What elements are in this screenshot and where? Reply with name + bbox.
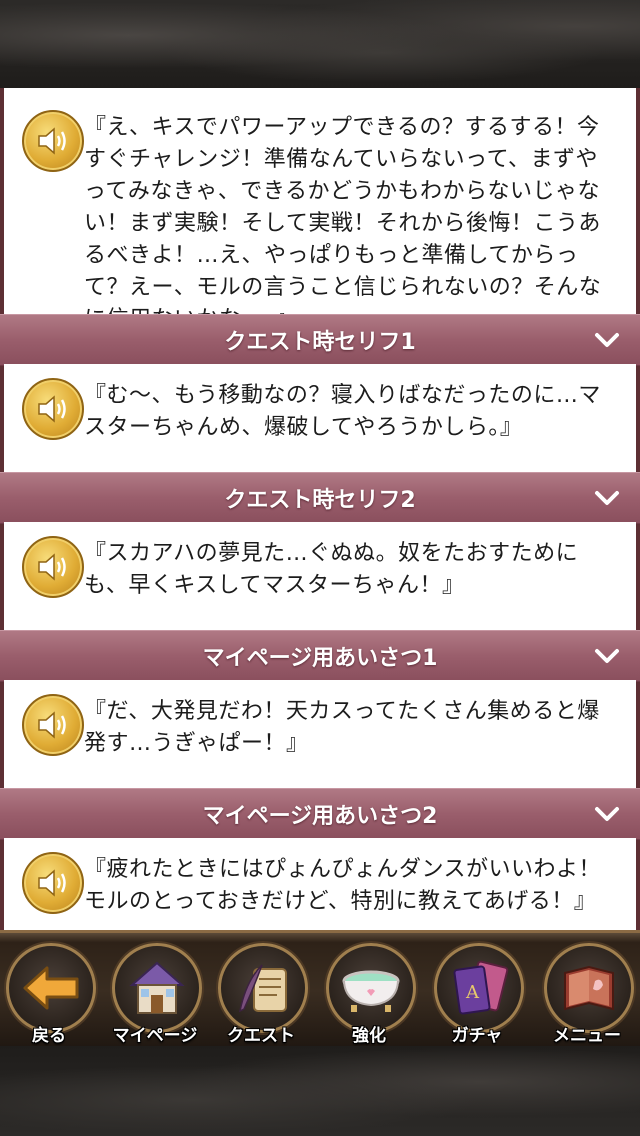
nav-quest-label: クエスト (227, 1026, 295, 1046)
voice-line-text: 『む～、もう移動なの？寝入りばなだったのに…マスターちゃんめ、爆破してやろうかし… (84, 383, 601, 440)
section-header-mypage-1[interactable]: マイページ用あいさつ1 (0, 630, 640, 682)
section-title: クエスト時セリフ2 (224, 488, 416, 513)
voice-line-quest-2: 『スカアハの夢見た…ぐぬぬ。奴をたおすためにも、早くキスしてマスターちゃん！』 (4, 522, 636, 630)
card-deck-icon: A (434, 943, 524, 1033)
nav-menu-button[interactable]: メニュー (538, 941, 636, 1049)
chevron-down-icon[interactable] (592, 325, 622, 355)
voice-line-text: 『だ、大発見だわ！天カスってたくさん集めると爆発す…うぎゃぱー！』 (84, 699, 600, 756)
nav-gacha-label: ガチャ (451, 1026, 503, 1046)
back-arrow-icon (6, 943, 96, 1033)
section-header-quest-2[interactable]: クエスト時セリフ2 (0, 472, 640, 524)
chevron-down-icon[interactable] (592, 483, 622, 513)
nav-mypage-button[interactable]: マイページ (106, 941, 204, 1049)
voice-line-text: 『疲れたときにはぴょんぴょんダンスがいいわよ！モルのとっておきだけど、特別に教え… (84, 857, 602, 914)
speaker-icon[interactable] (22, 536, 84, 598)
voice-line-text: 『スカアハの夢見た…ぐぬぬ。奴をたおすためにも、早くキスしてマスターちゃん！』 (84, 541, 579, 598)
nav-quest-button[interactable]: クエスト (212, 941, 310, 1049)
voice-line-intro: 『え、キスでパワーアップできるの？するする！今すぐチャレンジ！準備なんていらない… (4, 88, 636, 332)
bathtub-icon (326, 943, 416, 1033)
voice-list-panel[interactable]: 『え、キスでパワーアップできるの？するする！今すぐチャレンジ！準備なんていらない… (0, 88, 640, 930)
voice-line-mypage-1: 『だ、大発見だわ！天カスってたくさん集めると爆発す…うぎゃぱー！』 (4, 680, 636, 788)
section-header-quest-1[interactable]: クエスト時セリフ1 (0, 314, 640, 366)
nav-enhance-button[interactable]: 強化 (320, 941, 418, 1049)
top-decorative-background (0, 0, 640, 88)
section-header-mypage-2[interactable]: マイページ用あいさつ2 (0, 788, 640, 840)
section-title: マイページ用あいさつ2 (202, 804, 438, 829)
speaker-icon[interactable] (22, 110, 84, 172)
chevron-down-icon[interactable] (592, 641, 622, 671)
speaker-icon[interactable] (22, 378, 84, 440)
nav-enhance-label: 強化 (352, 1026, 386, 1046)
speaker-icon[interactable] (22, 852, 84, 914)
house-icon (112, 943, 202, 1033)
nav-back-label: 戻る (32, 1026, 66, 1046)
voice-list-scroll[interactable]: 『え、キスでパワーアップできるの？するする！今すぐチャレンジ！準備なんていらない… (0, 88, 640, 930)
bottom-decorative-background (0, 1046, 640, 1136)
section-title: マイページ用あいさつ1 (202, 646, 438, 671)
menu-book-icon (544, 943, 634, 1033)
nav-back-button[interactable]: 戻る (0, 941, 98, 1049)
speaker-icon[interactable] (22, 694, 84, 756)
nav-mypage-label: マイページ (112, 1026, 198, 1046)
voice-line-text: 『え、キスでパワーアップできるの？するする！今すぐチャレンジ！準備なんていらない… (84, 115, 602, 332)
voice-line-mypage-2: 『疲れたときにはぴょんぴょんダンスがいいわよ！モルのとっておきだけど、特別に教え… (4, 838, 636, 930)
nav-gacha-button[interactable]: A ガチャ (428, 941, 526, 1049)
nav-menu-label: メニュー (553, 1026, 621, 1046)
scroll-quill-icon (218, 943, 308, 1033)
section-title: クエスト時セリフ1 (224, 330, 416, 355)
bottom-nav-bar: 戻る マイページ クエスト 強化 A ガチャ メニュー (0, 930, 640, 1049)
svg-text:A: A (465, 982, 480, 1003)
voice-line-quest-1: 『む～、もう移動なの？寝入りばなだったのに…マスターちゃんめ、爆破してやろうかし… (4, 364, 636, 472)
chevron-down-icon[interactable] (592, 799, 622, 829)
